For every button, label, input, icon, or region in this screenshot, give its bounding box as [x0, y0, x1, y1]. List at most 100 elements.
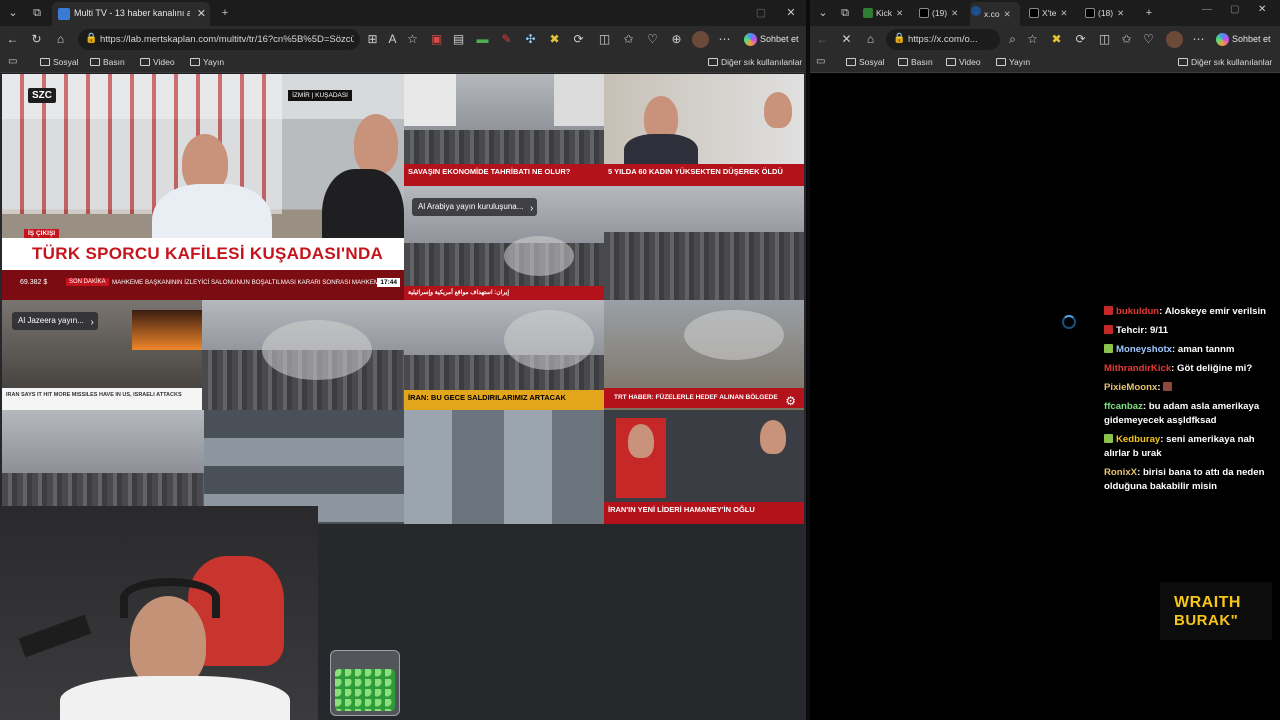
tab-list-icon[interactable]: ⌄ — [4, 4, 22, 22]
tv-cell-city-live[interactable] — [604, 186, 804, 300]
tab-multitv[interactable]: Multi TV - 13 haber kanalını aynı a ✕ — [52, 2, 210, 26]
close-tab-icon[interactable]: ✕ — [1060, 8, 1067, 18]
ticker-text: MAHKEME BAŞKANININ İZLEYİCİ SALONUNUN BO… — [112, 279, 380, 286]
new-tab-icon[interactable]: + — [1140, 4, 1158, 22]
cnn-headline: İRAN: BU GECE SALDIRILARIMIZ ARTACAK — [404, 390, 604, 410]
close-tab-icon[interactable]: ✕ — [951, 8, 958, 18]
home-icon[interactable]: ⌂ — [52, 31, 69, 48]
workspaces-icon[interactable]: ⧉ — [28, 4, 46, 22]
restore-window-icon[interactable]: ▢ — [752, 4, 770, 22]
copilot-chat-button[interactable]: Sohbet et — [1214, 30, 1271, 49]
address-bar[interactable]: 🔒 https://lab.mertskaplan.com/multitv/tr… — [78, 29, 360, 50]
tv-cell-sozcu2[interactable]: SAVAŞIN EKONOMİDE TAHRİBATI NE OLUR? — [404, 74, 604, 186]
tab-x-18[interactable]: (18) ✕ — [1084, 4, 1132, 22]
favorites-icon[interactable]: ✩ — [1118, 31, 1135, 48]
close-tab-icon[interactable]: ✕ — [1004, 9, 1011, 19]
extension-cross-icon[interactable]: ✖ — [546, 31, 563, 48]
other-bookmarks[interactable]: Diğer sık kullanılanlar — [708, 57, 802, 67]
extension-puzzle-icon[interactable]: ✣ — [522, 31, 539, 48]
chat-message: bukuldun: Aloskeye emir verilsin — [1104, 305, 1274, 319]
bookmarks-menu-icon[interactable]: ▭ — [8, 56, 17, 67]
bookmark-sosyal[interactable]: Sosyal — [846, 57, 885, 67]
chat-username[interactable]: Kedburay — [1116, 434, 1160, 445]
split-view-icon[interactable]: ⊞ — [364, 31, 381, 48]
close-tab-icon[interactable]: ✕ — [197, 7, 206, 20]
tv-cell-cnn[interactable]: İRAN: BU GECE SALDIRILARIMIZ ARTACAK — [404, 300, 604, 410]
browser-essentials-icon[interactable]: ♡ — [1140, 31, 1157, 48]
tv-cell-sozcu[interactable]: SZC İZMİR | KUŞADASI İŞ ÇIKIŞI TÜRK SPOR… — [2, 74, 404, 300]
bookmark-basin[interactable]: Basın — [90, 57, 125, 67]
profile-avatar[interactable] — [1166, 31, 1183, 48]
maximize-icon[interactable]: ▢ — [1230, 4, 1239, 15]
bookmark-video[interactable]: Video — [946, 57, 981, 67]
extension-cross-icon[interactable]: ✖ — [1048, 31, 1065, 48]
aljazeera-overlay[interactable]: Al Jazeera yayın... — [12, 312, 98, 330]
tv-cell-trt[interactable]: TRT HABER: FÜZELERLE HEDEF ALINAN BÖLGED… — [604, 300, 804, 410]
tab-kick[interactable]: Kick ✕ — [862, 4, 910, 22]
favorite-star-icon[interactable]: ☆ — [404, 31, 421, 48]
tab-list-icon[interactable]: ⌄ — [814, 4, 832, 22]
tab-x-19[interactable]: (19) ✕ — [918, 4, 964, 22]
copilot-chat-button[interactable]: Sohbet et — [742, 30, 799, 49]
chat-username[interactable]: bukuldun — [1116, 306, 1159, 317]
chat-username[interactable]: Moneyshotx — [1116, 344, 1172, 355]
extensions-icon[interactable]: ⟳ — [1072, 31, 1089, 48]
guest-face — [354, 114, 398, 174]
stop-loading-icon[interactable]: ✕ — [838, 31, 855, 48]
chat-username[interactable]: MithrandirKick — [1104, 363, 1171, 374]
sidebar-icon[interactable]: ◫ — [1096, 31, 1113, 48]
chat-username[interactable]: PixieMoonx — [1104, 382, 1157, 393]
collections-icon[interactable]: ⊕ — [668, 31, 685, 48]
smoke-plume — [504, 310, 594, 370]
close-tab-icon[interactable]: ✕ — [1117, 8, 1124, 18]
settings-gear-icon[interactable]: ⚙ — [785, 394, 796, 408]
profile-avatar[interactable] — [692, 31, 709, 48]
more-menu-icon[interactable]: ⋯ — [1190, 31, 1207, 48]
more-menu-icon[interactable]: ⋯ — [716, 31, 733, 48]
tv-cell-alarabiya[interactable]: Al Arabiya yayın kuruluşuna... إيران: اس… — [404, 186, 604, 300]
favorite-star-icon[interactable]: ☆ — [1024, 31, 1041, 48]
tab-x-te[interactable]: X'te ✕ — [1028, 4, 1076, 22]
tab-x-com[interactable]: x.co ✕ — [970, 2, 1020, 26]
extension-gray-icon[interactable]: ▤ — [450, 31, 467, 48]
read-aloud-icon[interactable]: A — [384, 31, 401, 48]
chat-username[interactable]: ffcanbaz — [1104, 401, 1143, 412]
new-tab-icon[interactable]: + — [216, 4, 234, 22]
tv-cell-cams-2[interactable] — [404, 410, 604, 524]
tv-cell-smoke-city[interactable] — [202, 300, 404, 410]
close-window-icon[interactable]: ✕ — [782, 4, 800, 22]
chat-badge-icon — [1104, 306, 1113, 315]
zoom-icon[interactable]: ⌕ — [1004, 31, 1021, 48]
address-bar-right[interactable]: 🔒 https://x.com/o... — [886, 29, 1000, 50]
extension-pen-icon[interactable]: ✎ — [498, 31, 515, 48]
bookmark-sosyal[interactable]: Sosyal — [40, 57, 79, 67]
extension-green-icon[interactable]: ▬ — [474, 31, 491, 48]
bookmark-yayin[interactable]: Yayın — [190, 57, 224, 67]
tv-cell-tv100[interactable]: 5 YILDA 60 KADIN YÜKSEKTEN DÜŞEREK ÖLDÜ — [604, 74, 804, 186]
bookmark-yayin[interactable]: Yayın — [996, 57, 1030, 67]
sidebar-icon[interactable]: ◫ — [596, 31, 613, 48]
extension-red-icon[interactable]: ▣ — [428, 31, 445, 48]
back-icon[interactable]: ← — [814, 31, 831, 48]
bookmark-video[interactable]: Video — [140, 57, 175, 67]
refresh-icon[interactable]: ↻ — [28, 31, 45, 48]
chat-username[interactable]: Tehcir — [1116, 325, 1144, 336]
chat-username[interactable]: RonixX — [1104, 467, 1137, 478]
close-window-icon[interactable]: ✕ — [1258, 4, 1266, 15]
alarabiya-overlay[interactable]: Al Arabiya yayın kuruluşuna... — [412, 198, 538, 216]
browser-essentials-icon[interactable]: ♡ — [644, 31, 661, 48]
multitv-favicon — [58, 8, 70, 20]
home-icon[interactable]: ⌂ — [862, 31, 879, 48]
workspaces-icon[interactable]: ⧉ — [836, 4, 854, 22]
favorites-icon[interactable]: ✩ — [620, 31, 637, 48]
back-icon[interactable]: ← — [4, 31, 21, 48]
close-tab-icon[interactable]: ✕ — [896, 8, 903, 18]
tv-cell-aljazeera[interactable]: Al Jazeera yayın... IRAN SAYS IT HIT MOR… — [2, 300, 202, 410]
bookmark-basin[interactable]: Basın — [898, 57, 933, 67]
other-bookmarks[interactable]: Diğer sık kullanılanlar — [1178, 57, 1272, 67]
minimize-icon[interactable]: — — [1202, 4, 1212, 15]
bookmarks-menu-icon[interactable]: ▭ — [816, 56, 825, 67]
extensions-icon[interactable]: ⟳ — [570, 31, 587, 48]
tv-cell-halktv[interactable]: İRAN'IN YENİ LİDERİ HAMANEY'İN OĞLU — [604, 410, 804, 524]
folder-icon — [898, 58, 908, 66]
